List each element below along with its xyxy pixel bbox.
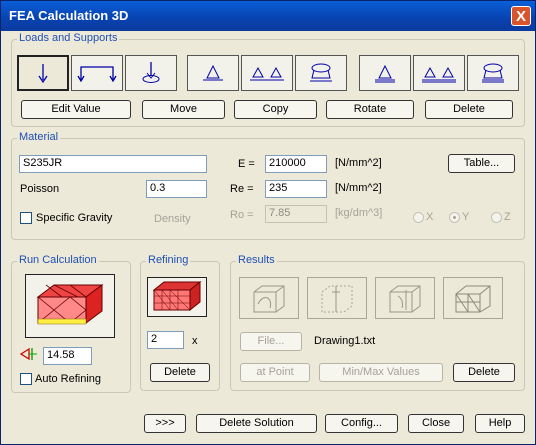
copy-button[interactable]: Copy	[234, 100, 317, 119]
ro-label: Ro =	[230, 209, 254, 221]
delete-refining-button[interactable]: Delete	[150, 363, 210, 382]
poisson-field[interactable]: 0.3	[146, 180, 207, 198]
e-unit: [N/mm^2]	[335, 157, 382, 169]
radio-selected-dot	[453, 216, 456, 219]
edit-value-button[interactable]: Edit Value	[21, 100, 131, 119]
mesh-size-icon	[19, 347, 37, 361]
yield-strength-field[interactable]: 235	[265, 180, 327, 198]
rotate-button[interactable]: Rotate	[326, 100, 414, 119]
roller-support-3d-icon	[422, 66, 456, 83]
axis-z-radio[interactable]	[491, 212, 502, 223]
specific-gravity-checkbox[interactable]	[20, 212, 32, 224]
material-label: Material	[17, 131, 61, 143]
results-label: Results	[236, 254, 277, 266]
delete-load-button[interactable]: Delete	[425, 100, 513, 119]
move-button[interactable]: Move	[142, 100, 225, 119]
density-label: Density	[154, 213, 191, 225]
e-label: E =	[238, 158, 255, 170]
material-name-field[interactable]: S235JR	[19, 155, 207, 173]
ro-unit: [kg/dm^3]	[335, 207, 383, 219]
refining-times-label: x	[192, 335, 198, 347]
point-load-icon	[38, 64, 48, 84]
distributed-load-button[interactable]	[71, 55, 123, 91]
mesh-size-field[interactable]: 14.58	[43, 347, 92, 365]
roller-support-icon	[250, 66, 284, 81]
delete-solution-button[interactable]: Delete Solution	[196, 414, 317, 433]
auto-refining-label: Auto Refining	[35, 373, 102, 385]
delete-results-button[interactable]: Delete	[453, 363, 515, 382]
mesh-result-button[interactable]	[443, 277, 503, 319]
pin-support-3d-button[interactable]	[359, 55, 411, 91]
axis-y-radio[interactable]	[449, 212, 460, 223]
refining-label: Refining	[146, 254, 191, 266]
re-unit: [N/mm^2]	[335, 182, 382, 194]
e-modulus-field[interactable]: 210000	[265, 155, 327, 173]
surface-load-icon	[142, 62, 160, 83]
results-file-name: Drawing1.txt	[314, 335, 376, 347]
poisson-label: Poisson	[20, 183, 60, 195]
close-button[interactable]: Close	[408, 414, 464, 433]
pin-support-button[interactable]	[187, 55, 239, 91]
re-label: Re =	[230, 183, 254, 195]
deformation-icon	[253, 285, 285, 313]
surface-load-button[interactable]	[125, 55, 177, 91]
results-file-button[interactable]: File...	[240, 332, 302, 351]
fixed-support-3d-button[interactable]	[467, 55, 519, 91]
roller-support-button[interactable]	[241, 55, 293, 91]
run-calculation-label: Run Calculation	[17, 254, 99, 266]
section-result-button[interactable]	[375, 277, 435, 319]
axis-x-radio[interactable]	[413, 212, 424, 223]
material-table-button[interactable]: Table...	[448, 154, 515, 173]
section-icon	[389, 285, 421, 313]
point-load-button[interactable]	[17, 55, 69, 91]
stress-result-button[interactable]	[307, 277, 367, 319]
mesh-block-icon	[36, 284, 104, 325]
distributed-load-icon	[77, 66, 117, 83]
roller-support-3d-button[interactable]	[413, 55, 465, 91]
pin-support-3d-icon	[375, 64, 395, 83]
pin-support-icon	[203, 64, 223, 81]
axis-y-label: Y	[462, 211, 470, 223]
loads-supports-label: Loads and Supports	[17, 32, 120, 44]
refine-mesh-button[interactable]	[147, 277, 207, 317]
run-calculation-button[interactable]	[25, 274, 115, 338]
auto-refining-checkbox[interactable]	[20, 373, 32, 385]
mesh-result-icon	[455, 285, 491, 313]
refining-factor-field[interactable]: 2	[147, 331, 184, 349]
deformation-result-button[interactable]	[239, 277, 299, 319]
config-button[interactable]: Config...	[325, 414, 398, 433]
min-max-values-button[interactable]: Min/Max Values	[319, 363, 443, 382]
fixed-support-3d-icon	[482, 63, 504, 83]
close-icon[interactable]: X	[511, 6, 531, 26]
fixed-support-icon	[310, 63, 332, 82]
refined-mesh-icon	[152, 280, 202, 312]
fea-calculation-dialog: FEA Calculation 3D X Loads and Supports …	[0, 0, 536, 445]
stress-icon	[321, 285, 353, 313]
axis-z-label: Z	[504, 211, 511, 223]
axis-x-label: X	[426, 211, 434, 223]
specific-gravity-label: Specific Gravity	[36, 212, 113, 224]
title-bar[interactable]: FEA Calculation 3D X	[1, 1, 535, 31]
window-title: FEA Calculation 3D	[9, 8, 129, 23]
more-options-button[interactable]: >>>	[144, 414, 186, 433]
at-point-button[interactable]: at Point	[240, 363, 310, 382]
fixed-support-button[interactable]	[295, 55, 347, 91]
density-field[interactable]: 7.85	[265, 205, 327, 223]
help-button[interactable]: Help	[475, 414, 525, 433]
